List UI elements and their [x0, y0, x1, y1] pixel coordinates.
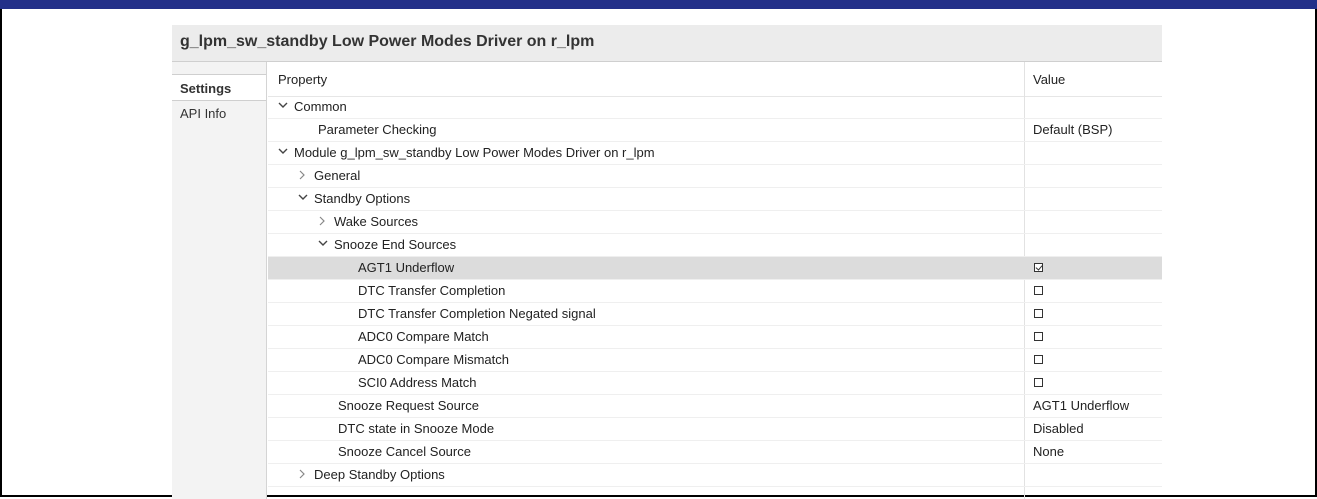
column-header-property[interactable]: Property [278, 72, 327, 87]
table-row[interactable]: SCI0 Address Match [268, 372, 1162, 395]
property-label: DTC Transfer Completion [358, 283, 506, 298]
checkbox-checked-icon[interactable] [1034, 263, 1043, 272]
property-label: General [314, 168, 361, 183]
table-row[interactable]: Snooze Request Source AGT1 Underflow [268, 395, 1162, 418]
table-row[interactable]: DTC state in Snooze Mode Disabled [268, 418, 1162, 441]
table-row[interactable]: DTC Transfer Completion Negated signal [268, 303, 1162, 326]
table-header: Property Value [268, 62, 1162, 97]
property-label: DTC Transfer Completion Negated signal [358, 306, 596, 321]
chevron-down-icon[interactable] [318, 236, 330, 247]
table-row[interactable]: Snooze Cancel Source None [268, 441, 1162, 464]
table-row[interactable]: Module g_lpm_sw_standby Low Power Modes … [268, 142, 1162, 165]
property-label: AGT1 Underflow [358, 260, 455, 275]
property-label: Wake Sources [334, 214, 419, 229]
table-row[interactable]: General [268, 165, 1162, 188]
property-value[interactable]: Default (BSP) [1033, 122, 1112, 137]
table-row[interactable]: Parameter Checking Default (BSP) [268, 119, 1162, 142]
window-top-bar [0, 0, 1317, 9]
table-row[interactable]: Common [268, 96, 1162, 119]
checkbox-unchecked-icon[interactable] [1034, 286, 1043, 295]
property-label: Snooze End Sources [334, 237, 457, 252]
properties-panel-header: g_lpm_sw_standby Low Power Modes Driver … [172, 25, 1162, 62]
property-value[interactable]: None [1033, 444, 1064, 459]
checkbox-unchecked-icon[interactable] [1034, 332, 1043, 341]
table-row[interactable]: Standby Options [268, 188, 1162, 211]
property-label: ADC0 Compare Match [358, 329, 489, 344]
chevron-right-icon[interactable] [318, 213, 330, 226]
property-label: Snooze Request Source [338, 398, 479, 413]
property-label: ADC0 Compare Mismatch [358, 352, 509, 367]
chevron-right-icon[interactable] [298, 466, 310, 479]
chevron-down-icon[interactable] [278, 144, 290, 155]
checkbox-unchecked-icon[interactable] [1034, 378, 1043, 387]
property-label: Deep Standby Options [314, 467, 445, 482]
vertical-tabs: Settings API Info [172, 62, 267, 499]
table-row[interactable]: DTC Transfer Completion [268, 280, 1162, 303]
checkbox-unchecked-icon[interactable] [1034, 309, 1043, 318]
table-row[interactable]: Wake Sources [268, 211, 1162, 234]
property-label: Snooze Cancel Source [338, 444, 471, 459]
table-row[interactable]: AGT1 Underflow [268, 257, 1162, 280]
property-label: DTC state in Snooze Mode [338, 421, 495, 436]
property-label: Common [294, 99, 347, 114]
column-header-value[interactable]: Value [1033, 72, 1065, 87]
property-label: Standby Options [314, 191, 411, 206]
property-label: Parameter Checking [318, 122, 437, 137]
checkbox-unchecked-icon[interactable] [1034, 355, 1043, 364]
tab-settings[interactable]: Settings [172, 74, 266, 101]
table-row[interactable]: Snooze End Sources [268, 234, 1162, 257]
table-row[interactable]: ADC0 Compare Mismatch [268, 349, 1162, 372]
property-label: SCI0 Address Match [358, 375, 477, 390]
property-value[interactable]: Disabled [1033, 421, 1084, 436]
table-row[interactable]: ADC0 Compare Match [268, 326, 1162, 349]
property-value[interactable]: AGT1 Underflow [1033, 398, 1129, 413]
property-label: Module g_lpm_sw_standby Low Power Modes … [294, 145, 655, 160]
tab-api-info[interactable]: API Info [172, 102, 266, 126]
chevron-down-icon[interactable] [278, 98, 290, 109]
chevron-down-icon[interactable] [298, 190, 310, 201]
chevron-right-icon[interactable] [298, 167, 310, 180]
table-row[interactable]: Deep Standby Options [268, 464, 1162, 487]
panel-title: g_lpm_sw_standby Low Power Modes Driver … [180, 33, 595, 50]
